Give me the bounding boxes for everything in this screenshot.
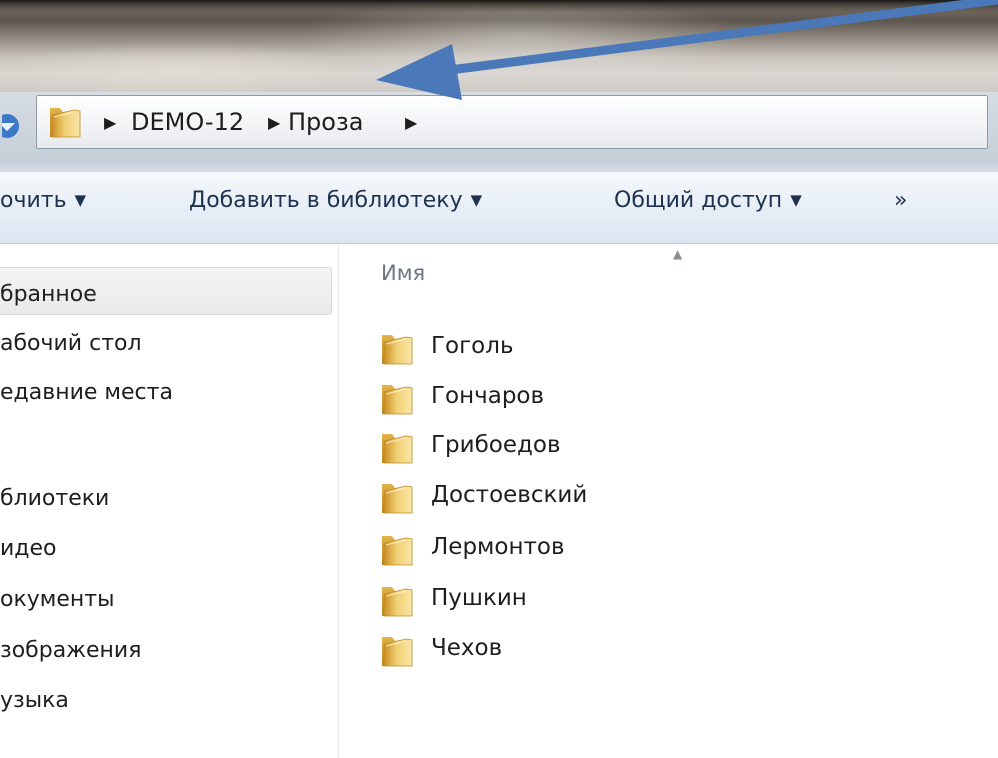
breadcrumb-demo-12[interactable]: DEMO-12	[131, 105, 244, 139]
nav-item-recent-places[interactable]: едавние места	[0, 378, 173, 408]
folder-icon	[48, 103, 82, 139]
file-row[interactable]: Лермонтов	[380, 527, 780, 569]
folder-icon	[380, 531, 414, 567]
folder-icon	[380, 632, 414, 668]
share-label: Общий доступ	[614, 188, 783, 213]
add-to-library-label: Добавить в библиотеку	[189, 188, 463, 213]
folder-icon	[380, 380, 414, 416]
file-row[interactable]: Гоголь	[380, 326, 780, 368]
file-row-label: Чехов	[431, 635, 503, 661]
file-row-label: Гончаров	[431, 383, 545, 409]
down-arrow-icon[interactable]	[2, 113, 28, 139]
file-row[interactable]: Грибоедов	[380, 425, 780, 467]
triangle-right-icon[interactable]: ▶	[268, 111, 280, 135]
organize-button[interactable]: очить ▼	[0, 183, 86, 220]
organize-label: очить	[0, 188, 67, 213]
file-row[interactable]: Пушкин	[380, 578, 780, 620]
more-commands-button[interactable]: »	[894, 183, 907, 219]
triangle-right-icon[interactable]: ▶	[405, 111, 417, 135]
share-button[interactable]: Общий доступ ▼	[614, 183, 802, 220]
nav-item-favorites[interactable]: бранное	[0, 280, 97, 310]
file-row[interactable]: Гончаров	[380, 376, 780, 418]
caret-down-icon: ▼	[74, 191, 87, 209]
folder-icon	[380, 479, 414, 515]
file-row-label: Пушкин	[431, 585, 527, 611]
column-header-name[interactable]: Имя	[381, 258, 425, 288]
file-row-label: Достоевский	[431, 482, 588, 508]
command-toolbar	[0, 172, 998, 244]
file-row[interactable]: Достоевский	[380, 475, 780, 517]
add-to-library-button[interactable]: Добавить в библиотеку ▼	[189, 183, 482, 220]
nav-item-pictures[interactable]: зображения	[0, 636, 141, 666]
caret-down-icon: ▼	[790, 191, 802, 209]
folder-icon	[380, 330, 414, 366]
folder-icon	[380, 582, 414, 618]
file-row-label: Лермонтов	[431, 534, 565, 560]
nav-item-music[interactable]: узыка	[0, 686, 69, 716]
caret-down-icon: ▼	[470, 191, 483, 209]
file-row[interactable]: Чехов	[380, 628, 780, 670]
nav-item-documents[interactable]: окументы	[0, 585, 114, 615]
sort-ascending-icon: ▲	[673, 247, 683, 261]
file-row-label: Гоголь	[431, 333, 514, 359]
breadcrumb-proza[interactable]: Проза	[288, 105, 363, 139]
nav-item-libraries[interactable]: блиотеки	[0, 484, 109, 514]
nav-item-desktop[interactable]: абочий стол	[0, 329, 142, 359]
triangle-right-icon[interactable]: ▶	[104, 111, 116, 135]
address-bar-bottom	[0, 160, 998, 172]
pane-divider[interactable]	[338, 245, 339, 758]
window-titlebar	[0, 0, 998, 92]
folder-icon	[380, 429, 414, 465]
file-row-label: Грибоедов	[431, 432, 561, 458]
nav-item-video[interactable]: идео	[0, 534, 57, 564]
